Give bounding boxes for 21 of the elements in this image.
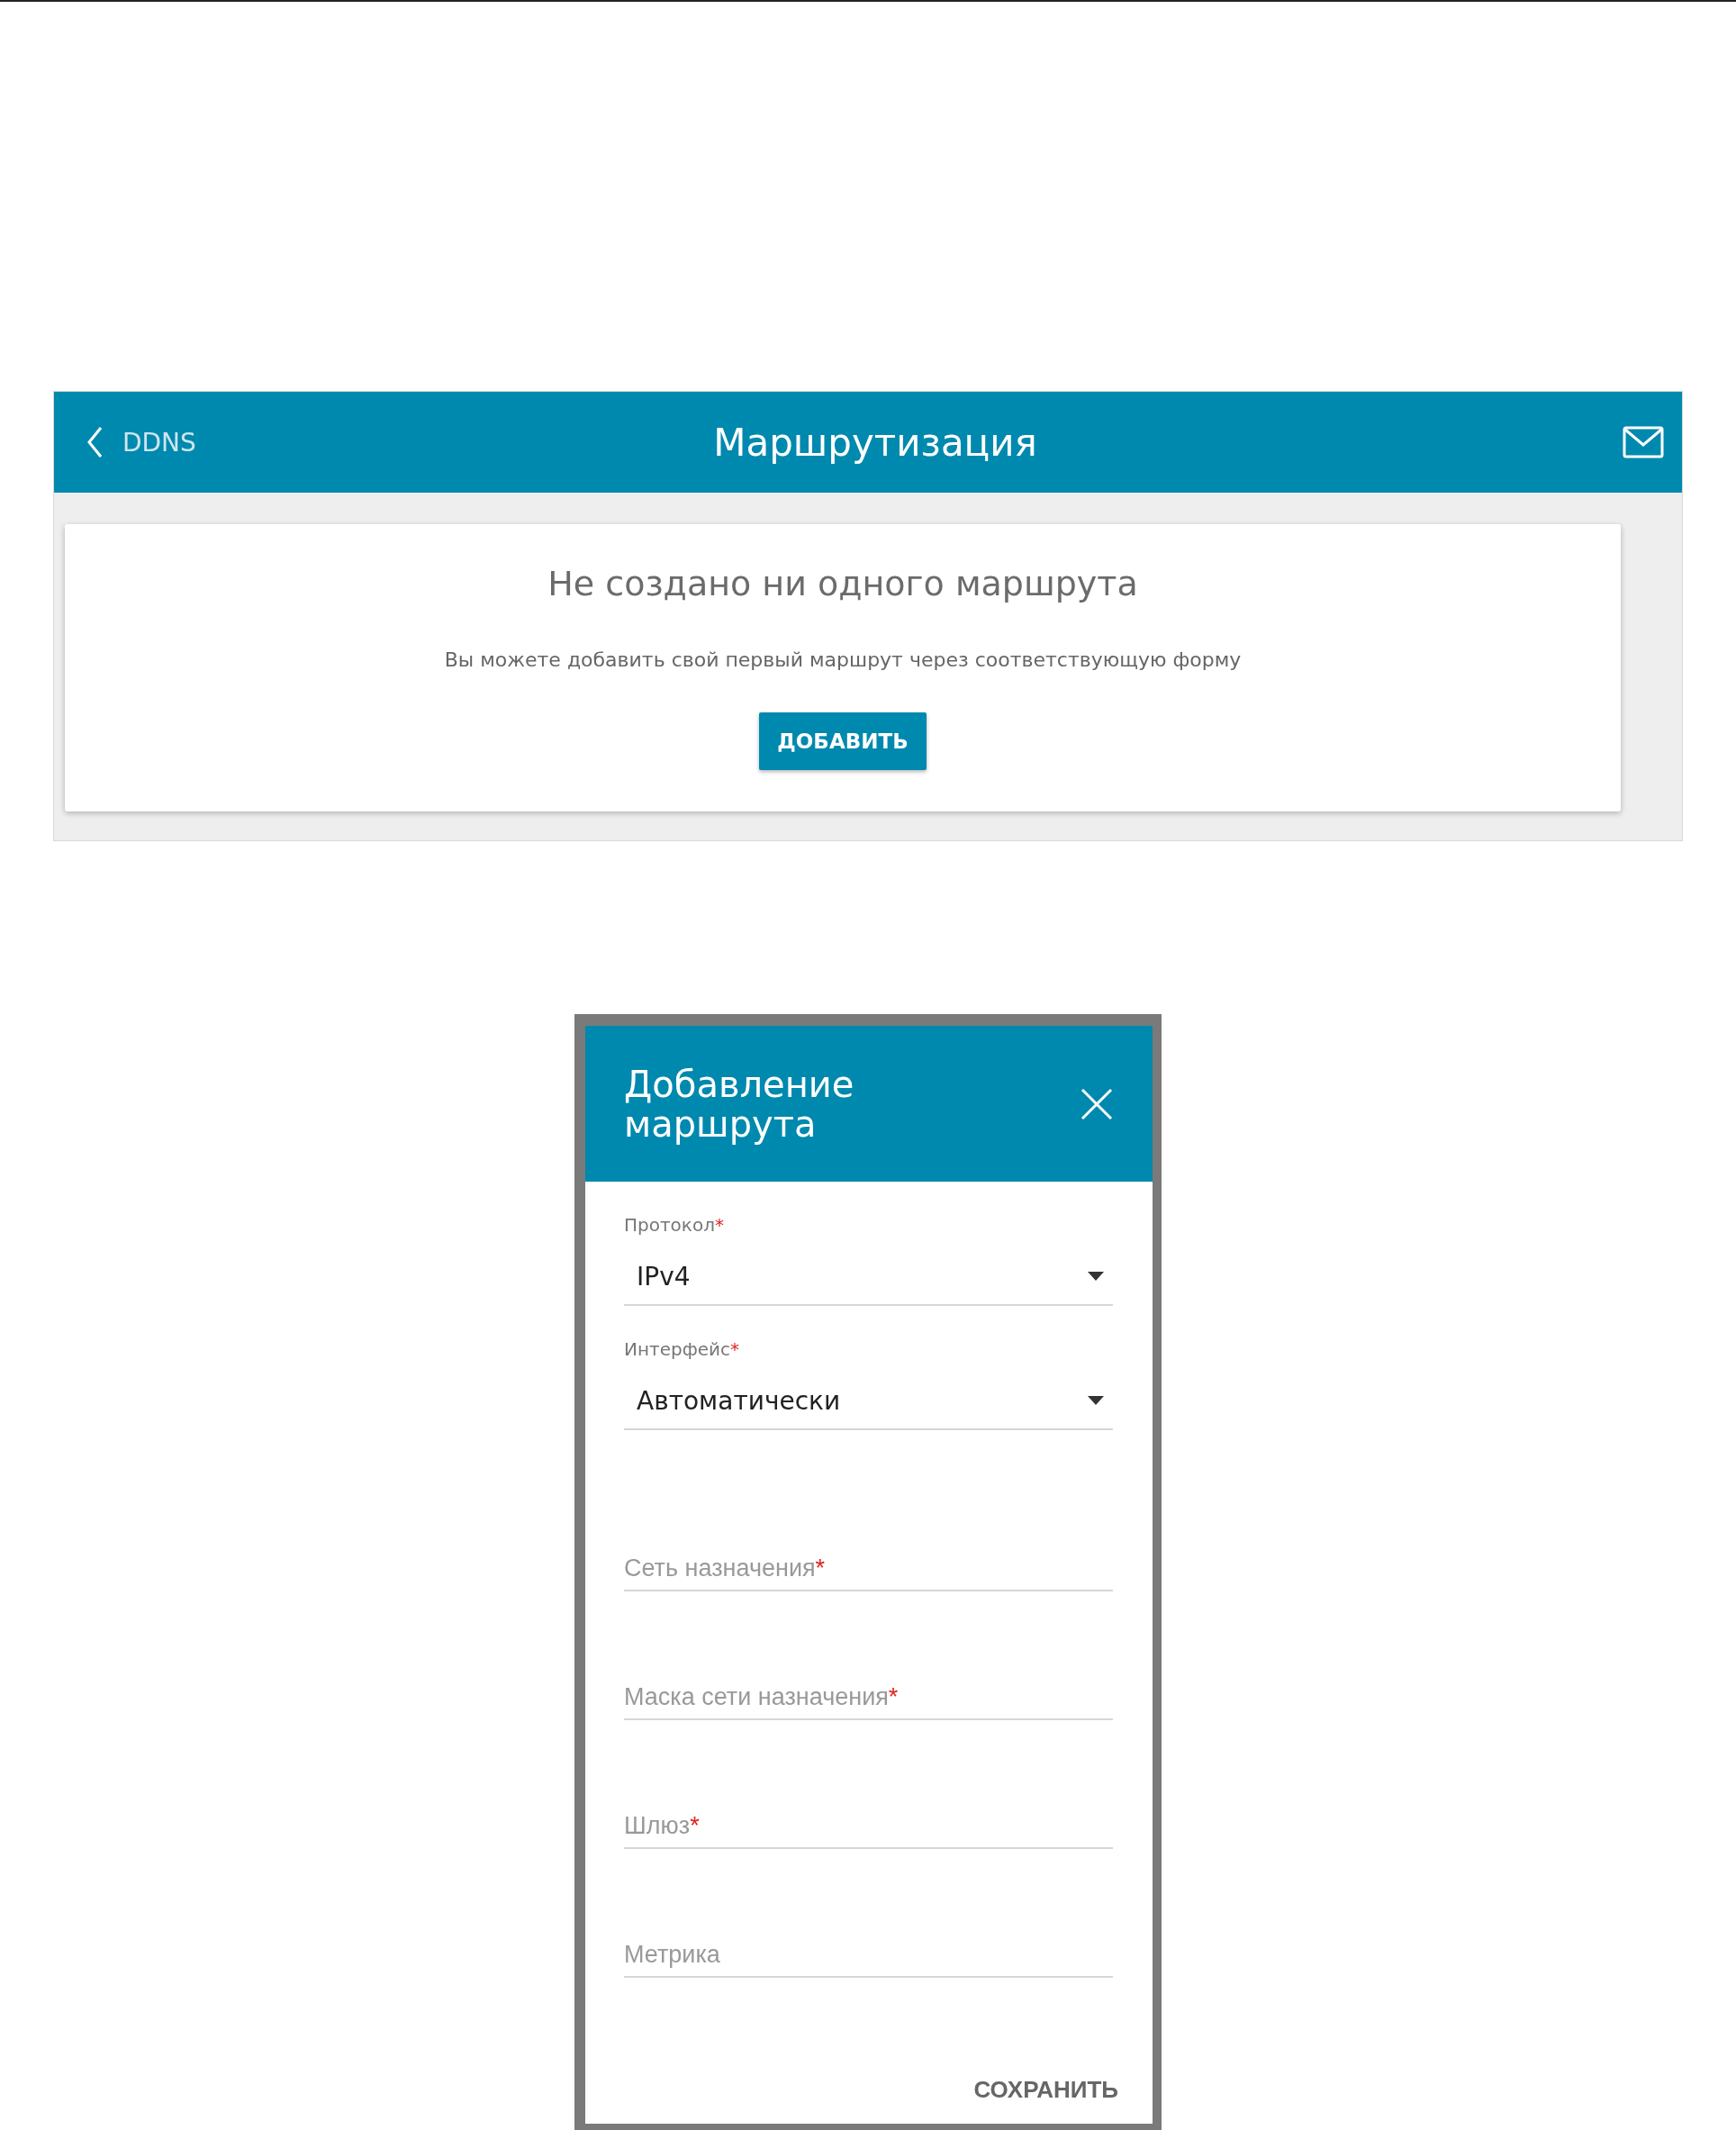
caret-icon: [1088, 1272, 1104, 1281]
input-field[interactable]: Шлюз*: [624, 1779, 1113, 1849]
add-button[interactable]: ДОБАВИТЬ: [759, 712, 927, 770]
field-label: Интерфейс*: [624, 1338, 741, 1360]
empty-state-heading: Не создано ни одного маршрута: [547, 564, 1138, 603]
input-field[interactable]: Метрика: [624, 1908, 1113, 1978]
field-label: Протокол*: [624, 1214, 725, 1236]
select-field[interactable]: IPv4: [624, 1248, 1113, 1306]
dialog-title: Добавление маршрута: [624, 1064, 855, 1144]
mail-icon[interactable]: [1623, 426, 1664, 458]
empty-state-text: Вы можете добавить свой первый маршрут через соответствующую форму: [444, 648, 1242, 671]
chevron-left-icon: [86, 426, 103, 458]
close-icon: [1080, 1087, 1113, 1120]
back-link[interactable]: DDNS: [86, 426, 357, 458]
select-field[interactable]: Автоматически: [624, 1373, 1113, 1430]
input-field[interactable]: Маска сети назначения*: [624, 1650, 1113, 1720]
page-title: Маршрутизация: [712, 420, 1038, 465]
input-field[interactable]: Сеть назначения*: [624, 1521, 1113, 1591]
save-button[interactable]: СОХРАНИТЬ: [970, 2071, 1122, 2109]
close-button[interactable]: [1080, 1087, 1113, 1120]
caret-icon: [1088, 1396, 1104, 1405]
